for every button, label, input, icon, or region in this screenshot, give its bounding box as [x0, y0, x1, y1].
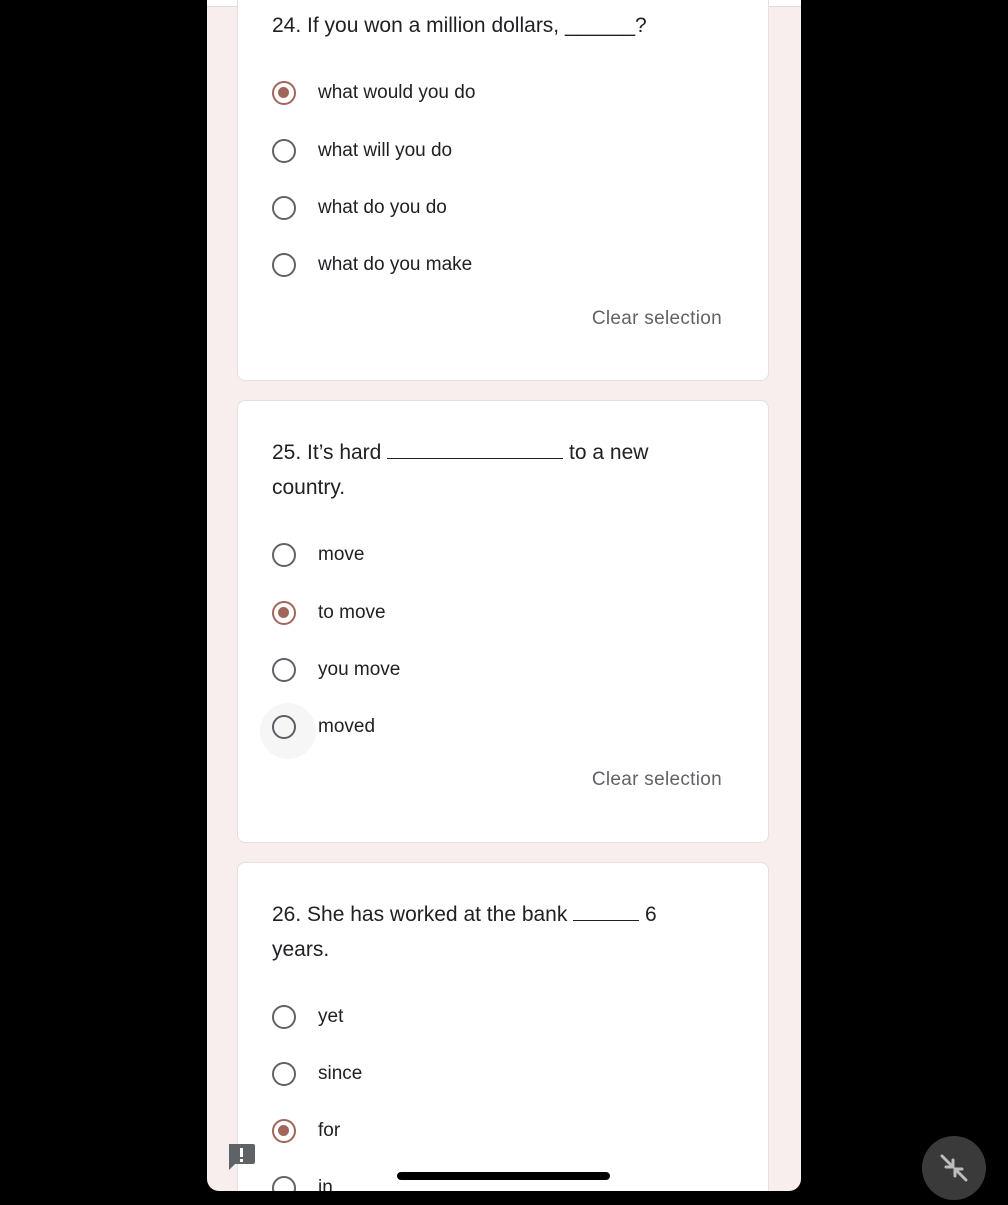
- option-radio[interactable]: move: [272, 539, 364, 571]
- option-label: for: [318, 1120, 341, 1141]
- question-card-24: 24. If you won a million dollars, ______…: [237, 0, 769, 381]
- option-radio[interactable]: for: [272, 1115, 340, 1147]
- question-text: 25. It’s hard: [272, 441, 388, 464]
- option-label: what would you do: [318, 82, 476, 103]
- option-label: you move: [318, 659, 401, 680]
- question-text: years.: [272, 938, 330, 961]
- option-radio[interactable]: since: [272, 1058, 362, 1090]
- answer-blank: [573, 900, 640, 921]
- option-radio[interactable]: you move: [272, 654, 400, 686]
- question-text: to a new: [563, 441, 649, 464]
- feedback-icon[interactable]: [226, 1141, 256, 1171]
- question-title: 25. It’s hard to a new country.: [272, 435, 708, 505]
- home-indicator: [397, 1172, 610, 1180]
- option-label: yet: [318, 1006, 344, 1027]
- radio-button-checked[interactable]: [272, 601, 296, 625]
- option-radio[interactable]: in: [272, 1172, 333, 1191]
- option-radio[interactable]: what will you do: [272, 135, 452, 167]
- answer-blank: [387, 438, 564, 459]
- option-label: what do you make: [318, 254, 473, 275]
- question-title: 26. She has worked at the bank 6 years.: [272, 897, 708, 967]
- clear-selection-button[interactable]: Clear selection: [592, 769, 722, 791]
- question-text: 6: [639, 903, 657, 926]
- option-label: in: [318, 1177, 333, 1191]
- question-text: country.: [272, 476, 346, 499]
- option-label: moved: [318, 716, 376, 737]
- radio-button-checked[interactable]: [272, 1119, 296, 1143]
- question-text: 26. She has worked at the bank: [272, 903, 574, 926]
- option-label: what do you do: [318, 197, 447, 218]
- radio-button[interactable]: [272, 1005, 296, 1029]
- option-label: to move: [318, 602, 386, 623]
- radio-button[interactable]: [272, 253, 296, 277]
- option-radio[interactable]: what would you do: [272, 77, 475, 109]
- focus-halo: [260, 703, 316, 759]
- option-radio[interactable]: to move: [272, 597, 386, 629]
- question-card-26: 26. She has worked at the bank 6 years. …: [237, 862, 769, 1191]
- radio-button[interactable]: [272, 658, 296, 682]
- question-title: 24. If you won a million dollars, ______…: [272, 14, 647, 37]
- option-radio[interactable]: what do you make: [272, 249, 472, 281]
- option-radio[interactable]: moved: [272, 711, 375, 743]
- option-label: since: [318, 1063, 363, 1084]
- question-card-25: 25. It’s hard to a new country. move to …: [237, 400, 769, 843]
- form-viewport: 24. If you won a million dollars, ______…: [207, 0, 801, 1191]
- radio-button[interactable]: [272, 543, 296, 567]
- option-radio[interactable]: yet: [272, 1001, 343, 1033]
- option-label: what will you do: [318, 140, 453, 161]
- exit-fullscreen-icon[interactable]: [922, 1136, 986, 1200]
- radio-button-checked[interactable]: [272, 81, 296, 105]
- radio-button[interactable]: [272, 715, 296, 739]
- radio-button[interactable]: [272, 1062, 296, 1086]
- radio-button[interactable]: [272, 139, 296, 163]
- radio-button[interactable]: [272, 1176, 296, 1191]
- clear-selection-button[interactable]: Clear selection: [592, 308, 722, 330]
- option-radio[interactable]: what do you do: [272, 192, 447, 224]
- option-label: move: [318, 544, 365, 565]
- radio-button[interactable]: [272, 196, 296, 220]
